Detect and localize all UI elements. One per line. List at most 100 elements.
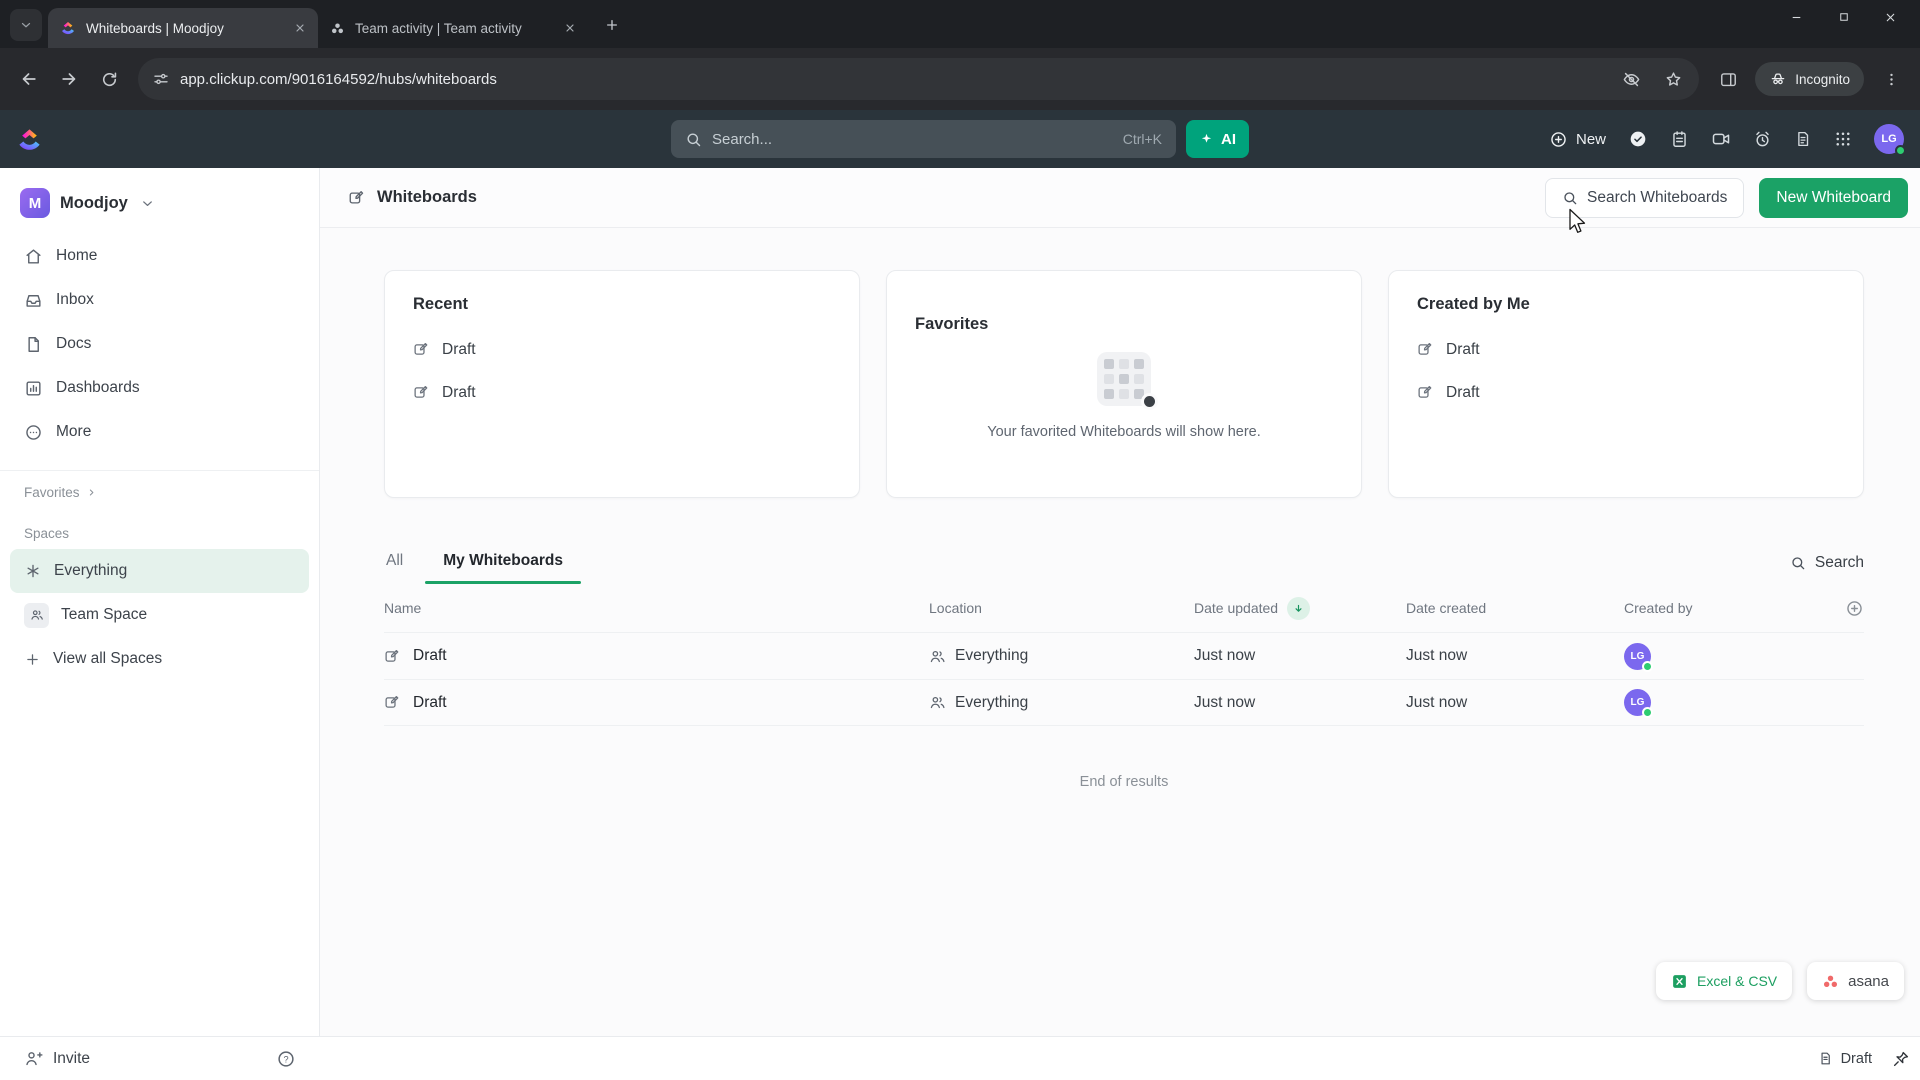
sidebar-item-inbox[interactable]: Inbox xyxy=(0,278,319,322)
clickup-logo[interactable] xyxy=(16,126,43,153)
tab-title: Team activity | Team activity xyxy=(355,20,522,36)
new-whiteboard-button[interactable]: New Whiteboard xyxy=(1759,177,1908,218)
sidebar-item-home[interactable]: Home xyxy=(0,234,319,278)
table-header-row: Name Location Date updated Date created … xyxy=(384,584,1864,632)
row-name-cell[interactable]: Draft xyxy=(384,694,929,712)
sidebar-item-dashboards[interactable]: Dashboards xyxy=(0,366,319,410)
sort-descending-icon[interactable] xyxy=(1287,596,1311,620)
browser-tab-team-activity[interactable]: Team activity | Team activity xyxy=(318,8,588,48)
plus-icon xyxy=(24,651,41,668)
reminder-clock-icon[interactable] xyxy=(1753,130,1772,149)
sparkle-icon xyxy=(1199,132,1214,147)
recent-item[interactable]: Draft xyxy=(413,328,831,371)
whiteboard-icon xyxy=(1417,384,1434,401)
window-minimize-button[interactable] xyxy=(1773,0,1820,34)
created-by-avatar[interactable]: LG xyxy=(1624,689,1653,718)
address-bar[interactable]: app.clickup.com/9016164592/hubs/whiteboa… xyxy=(138,58,1700,100)
window-maximize-button[interactable] xyxy=(1820,0,1867,34)
online-status-dot xyxy=(1642,660,1653,672)
new-button[interactable]: New xyxy=(1549,130,1606,149)
row-date-created: Just now xyxy=(1406,693,1468,711)
chevron-down-icon xyxy=(140,196,155,211)
main-area: Whiteboards Search Whiteboards New White… xyxy=(320,168,1920,1036)
browser-menu-icon[interactable] xyxy=(1872,60,1910,98)
column-header-location[interactable]: Location xyxy=(929,600,1194,616)
column-header-name[interactable]: Name xyxy=(384,600,929,616)
tab-search-button[interactable] xyxy=(10,9,42,41)
column-header-created-by[interactable]: Created by xyxy=(1624,600,1824,616)
tab-my-whiteboards[interactable]: My Whiteboards xyxy=(425,552,581,584)
status-check-icon[interactable] xyxy=(1628,129,1648,149)
notepad-icon[interactable] xyxy=(1670,130,1689,149)
table-row[interactable]: Draft Everything Just now Just now LG xyxy=(384,632,1864,679)
created-by-avatar[interactable]: LG xyxy=(1624,642,1653,672)
browser-tab-whiteboards[interactable]: Whiteboards | Moodjoy xyxy=(48,8,318,48)
card-title: Created by Me xyxy=(1417,295,1530,313)
card-title: Favorites xyxy=(915,314,989,333)
search-shortcut: Ctrl+K xyxy=(1122,131,1162,147)
ai-label: AI xyxy=(1221,130,1236,148)
back-button[interactable] xyxy=(10,60,48,98)
table-search-label: Search xyxy=(1814,554,1864,571)
row-name-cell[interactable]: Draft xyxy=(384,647,929,665)
person-add-icon xyxy=(24,1049,43,1068)
column-header-date-updated[interactable]: Date updated xyxy=(1194,596,1406,620)
window-close-button[interactable] xyxy=(1867,0,1914,34)
doc-icon xyxy=(1818,1051,1833,1066)
user-avatar[interactable]: LG xyxy=(1874,124,1906,156)
excel-csv-button[interactable]: Excel & CSV xyxy=(1655,962,1793,1000)
column-header-date-created[interactable]: Date created xyxy=(1406,600,1624,616)
excel-icon xyxy=(1671,973,1688,990)
asana-icon xyxy=(1822,973,1839,990)
created-item[interactable]: Draft xyxy=(1417,328,1835,371)
floating-buttons: Excel & CSV asana xyxy=(1655,962,1904,1000)
row-location-cell[interactable]: Everything xyxy=(929,647,1194,665)
sidebar-item-more[interactable]: More xyxy=(0,410,319,454)
ai-button[interactable]: AI xyxy=(1186,120,1249,158)
recent-card: Recent Draft Draft xyxy=(384,270,860,498)
sidebar-item-team-space[interactable]: Team Space xyxy=(10,593,309,637)
tab-close-icon[interactable] xyxy=(560,18,580,38)
sidebar: M Moodjoy Home Inbox Docs Dashboards Mor… xyxy=(0,168,320,1036)
space-label: View all Spaces xyxy=(53,650,163,667)
row-location-cell[interactable]: Everything xyxy=(929,694,1194,712)
sidebar-item-view-all-spaces[interactable]: View all Spaces xyxy=(10,637,309,681)
row-location: Everything xyxy=(955,647,1029,664)
illustration-dot xyxy=(1141,392,1158,410)
tab-all[interactable]: All xyxy=(384,552,405,584)
forward-button[interactable] xyxy=(50,60,88,98)
page-title: Whiteboards xyxy=(377,188,477,206)
asana-label: asana xyxy=(1848,972,1889,990)
bookmark-star-icon[interactable] xyxy=(1657,63,1689,95)
sidebar-item-docs[interactable]: Docs xyxy=(0,322,319,366)
online-status-dot xyxy=(1642,707,1653,718)
created-item[interactable]: Draft xyxy=(1417,371,1835,414)
sidebar-item-everything[interactable]: Everything xyxy=(10,549,309,593)
pin-icon[interactable] xyxy=(1892,1050,1910,1068)
workspace-switcher[interactable]: M Moodjoy xyxy=(0,182,319,234)
side-panel-icon[interactable] xyxy=(1709,60,1747,98)
apps-grid-icon[interactable] xyxy=(1834,130,1852,148)
search-whiteboards-input[interactable]: Search Whiteboards xyxy=(1544,177,1745,218)
new-whiteboard-label: New Whiteboard xyxy=(1776,188,1891,206)
reload-button[interactable] xyxy=(90,60,128,98)
favorites-empty-text: Your favorited Whiteboards will show her… xyxy=(987,423,1261,440)
docked-draft-item[interactable]: Draft xyxy=(1818,1051,1872,1067)
site-settings-icon[interactable] xyxy=(152,70,170,88)
help-icon[interactable]: ? xyxy=(276,1049,296,1069)
page-content: Recent Draft Draft Favorites Your favori… xyxy=(320,228,1920,1036)
doc-icon[interactable] xyxy=(1794,130,1812,148)
asana-button[interactable]: asana xyxy=(1807,962,1904,1000)
tab-close-icon[interactable] xyxy=(290,18,310,38)
avatar-initials: LG xyxy=(1881,133,1897,145)
recent-item[interactable]: Draft xyxy=(413,371,831,414)
video-icon[interactable] xyxy=(1711,129,1731,149)
invite-button[interactable]: Invite xyxy=(24,1049,90,1068)
add-column-button[interactable] xyxy=(1845,599,1864,618)
sidebar-favorites-toggle[interactable]: Favorites xyxy=(24,485,295,500)
eye-off-icon[interactable] xyxy=(1615,63,1647,95)
table-search-button[interactable]: Search xyxy=(1790,554,1864,584)
new-tab-button[interactable] xyxy=(596,9,628,41)
global-search-input[interactable]: Search... Ctrl+K xyxy=(671,120,1176,158)
table-row[interactable]: Draft Everything Just now Just now LG xyxy=(384,679,1864,726)
